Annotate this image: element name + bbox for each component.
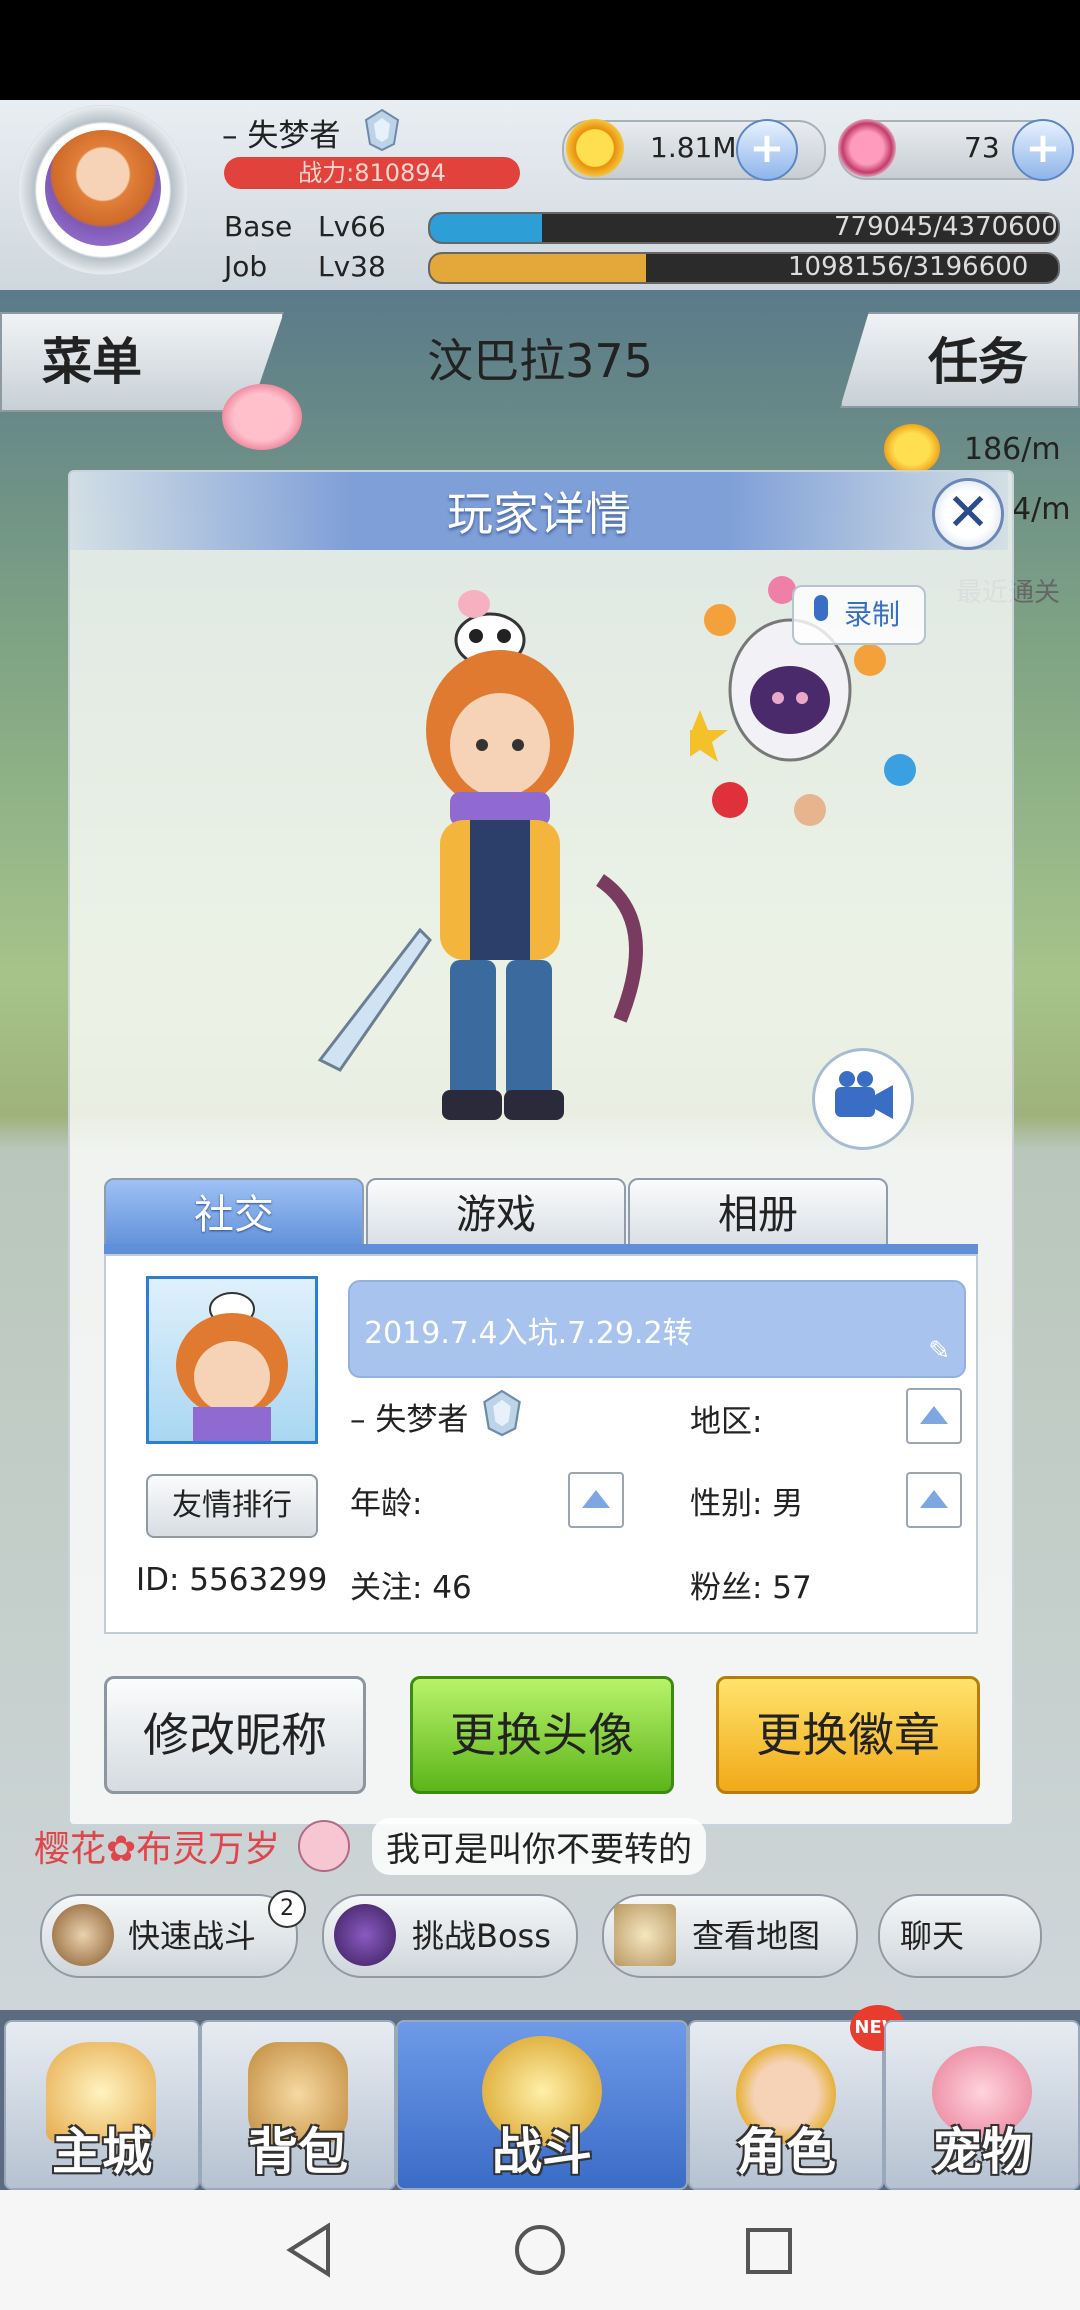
nav-pet[interactable]: 宠物 bbox=[884, 2020, 1080, 2190]
profile-name: – 失梦者 bbox=[350, 1402, 469, 1438]
quick-battle-button[interactable]: 快速战斗 bbox=[40, 1894, 298, 1978]
chat-toggle-button[interactable]: 聊天 bbox=[878, 1894, 1042, 1978]
map-scroll-icon bbox=[614, 1904, 676, 1966]
boss-icon bbox=[334, 1904, 396, 1966]
base-level: Lv66 bbox=[318, 210, 386, 243]
video-camera-icon bbox=[835, 1071, 893, 1119]
age-label: 年龄: bbox=[350, 1486, 423, 1522]
rename-button[interactable]: 修改昵称 bbox=[104, 1676, 366, 1794]
player-name: – 失梦者 bbox=[222, 118, 341, 154]
add-gold-button[interactable]: + bbox=[736, 119, 798, 181]
quick-battle-label: 快速战斗 bbox=[128, 1917, 257, 1955]
base-exp-text: 779045/4370600 bbox=[834, 212, 1058, 242]
nav-character[interactable]: 角色 bbox=[688, 2020, 884, 2190]
home-icon[interactable] bbox=[512, 2222, 568, 2278]
tab-album[interactable]: 相册 bbox=[628, 1178, 888, 1252]
nav-battle[interactable]: 战斗 bbox=[396, 2020, 688, 2190]
map-label: 查看地图 bbox=[692, 1917, 821, 1955]
gender-select-button[interactable] bbox=[906, 1472, 962, 1528]
job-level: Lv38 bbox=[318, 250, 386, 283]
change-avatar-button[interactable]: 更换头像 bbox=[410, 1676, 674, 1794]
map-name: 汶巴拉375 bbox=[427, 334, 653, 388]
follow-count: 关注: 46 bbox=[350, 1570, 472, 1606]
nav-label-character: 角色 bbox=[736, 2123, 836, 2181]
job-exp-text: 1098156/3196600 bbox=[788, 252, 1029, 282]
task-button[interactable]: 任务 bbox=[840, 312, 1080, 408]
tab-social[interactable]: 社交 bbox=[104, 1178, 364, 1252]
portrait-icon bbox=[176, 1292, 288, 1441]
camera-button[interactable] bbox=[812, 1048, 914, 1150]
base-label: Base bbox=[224, 210, 293, 243]
chat-message: 我可是叫你不要转的 bbox=[372, 1818, 706, 1875]
gold-rate: 186/m bbox=[964, 432, 1061, 467]
gem-amount: 73 bbox=[964, 131, 1000, 164]
sender-avatar bbox=[298, 1820, 350, 1872]
back-icon[interactable] bbox=[284, 2222, 334, 2278]
add-gem-button[interactable]: + bbox=[1012, 119, 1074, 181]
chat-label: 聊天 bbox=[900, 1917, 965, 1955]
edit-pencil-icon: ✎ bbox=[928, 1336, 950, 1366]
player-portrait[interactable] bbox=[146, 1276, 318, 1444]
region-select-button[interactable] bbox=[906, 1388, 962, 1444]
chat-sender[interactable]: 樱花✿布灵万岁 bbox=[34, 1820, 280, 1872]
guild-emblem-icon bbox=[364, 108, 400, 152]
tab-game[interactable]: 游戏 bbox=[366, 1178, 626, 1252]
tab-underline bbox=[104, 1244, 978, 1254]
gem-icon bbox=[838, 119, 896, 177]
job-label: Job bbox=[224, 250, 268, 283]
change-badge-button[interactable]: 更换徽章 bbox=[716, 1676, 980, 1794]
gold-coin-icon bbox=[566, 119, 624, 177]
fans-count: 粉丝: 57 bbox=[690, 1570, 812, 1606]
nav-label-pet: 宠物 bbox=[932, 2123, 1032, 2181]
region-label: 地区: bbox=[690, 1404, 763, 1440]
record-label: 录制 bbox=[844, 598, 901, 631]
nav-label-battle: 战斗 bbox=[492, 2123, 592, 2181]
dialog-title: 玩家详情 bbox=[447, 487, 631, 541]
nav-backpack[interactable]: 背包 bbox=[200, 2020, 396, 2190]
boss-challenge-button[interactable]: 挑战Boss bbox=[322, 1894, 578, 1978]
nav-label-main-city: 主城 bbox=[52, 2123, 152, 2181]
player-id: ID: 5563299 bbox=[136, 1562, 328, 1598]
friendship-rank-button[interactable]: 友情排行 bbox=[146, 1474, 318, 1538]
quick-battle-icon bbox=[52, 1904, 114, 1966]
gold-amount: 1.81M bbox=[650, 131, 737, 164]
rank-emblem-icon bbox=[483, 1389, 521, 1437]
pet-shortcut-icon[interactable] bbox=[222, 384, 302, 450]
nav-label-backpack: 背包 bbox=[248, 2123, 348, 2181]
view-map-button[interactable]: 查看地图 bbox=[602, 1894, 858, 1978]
boss-label: 挑战Boss bbox=[412, 1917, 551, 1955]
recents-icon[interactable] bbox=[744, 2226, 794, 2276]
avatar-portrait-icon bbox=[45, 130, 161, 246]
gender-label: 性别: 男 bbox=[690, 1486, 804, 1522]
signature-box[interactable]: 2019.7.4入坑.7.29.2转 ✎ bbox=[348, 1280, 966, 1378]
battle-power: 战力:810894 bbox=[224, 157, 520, 189]
signature-text: 2019.7.4入坑.7.29.2转 bbox=[364, 1316, 693, 1351]
status-bar bbox=[0, 0, 1080, 100]
microphone-icon bbox=[814, 595, 828, 621]
record-button[interactable]: 录制 bbox=[792, 585, 926, 645]
age-select-button[interactable] bbox=[568, 1472, 624, 1528]
gold-rate-icon bbox=[884, 424, 940, 474]
quick-battle-badge: 2 bbox=[268, 1890, 306, 1928]
exp-rate: 4/m bbox=[1012, 492, 1071, 527]
nav-main-city[interactable]: 主城 bbox=[4, 2020, 200, 2190]
close-button[interactable]: ✕ bbox=[932, 478, 1004, 550]
